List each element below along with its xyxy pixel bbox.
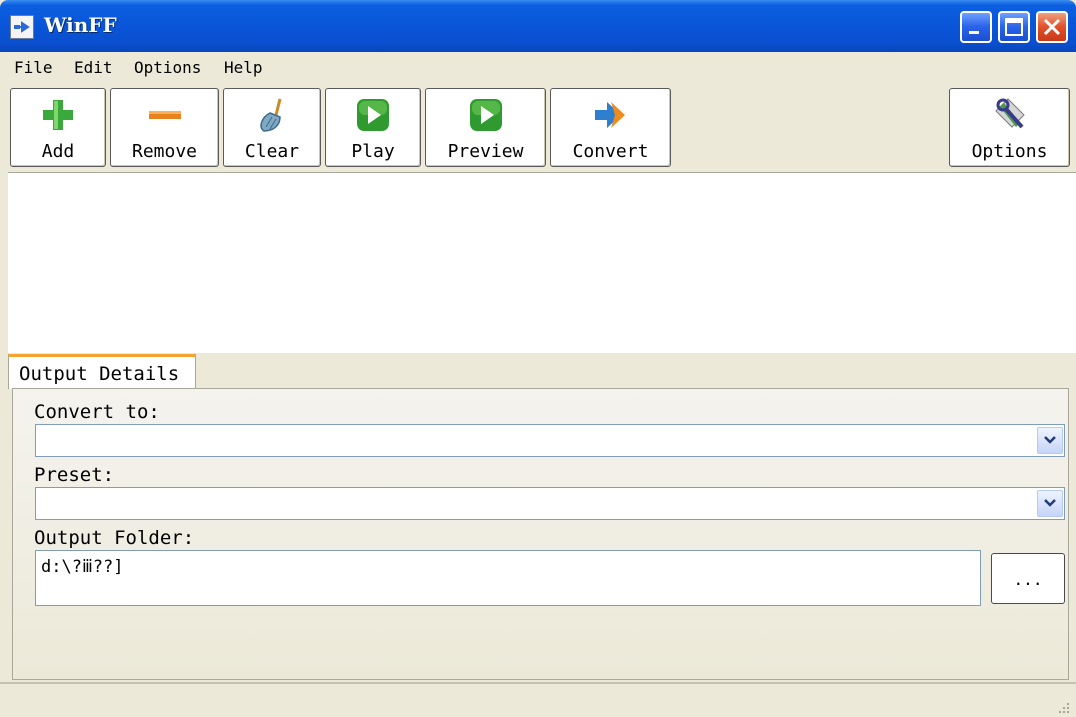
broom-icon xyxy=(260,98,282,132)
preview-button[interactable]: Preview xyxy=(425,88,546,167)
output-folder-input[interactable]: d:\?ⅲ??] xyxy=(35,550,981,606)
minimize-button[interactable] xyxy=(960,11,992,43)
convert-to-select[interactable] xyxy=(35,424,1065,457)
menu-help[interactable]: Help xyxy=(224,58,263,77)
menu-edit[interactable]: Edit xyxy=(74,58,113,77)
tab-output-details[interactable]: Output Details xyxy=(8,354,196,389)
convert-to-label: Convert to: xyxy=(34,401,160,423)
file-list[interactable] xyxy=(8,172,1076,353)
remove-button[interactable]: Remove xyxy=(110,88,219,167)
convert-button[interactable]: Convert xyxy=(550,88,671,167)
chevron-down-icon[interactable] xyxy=(1037,490,1063,517)
preview-label: Preview xyxy=(447,141,524,162)
play-button[interactable]: Play xyxy=(325,88,421,167)
resize-grip-icon[interactable] xyxy=(1056,700,1070,714)
menu-file[interactable]: File xyxy=(14,58,53,77)
play-icon xyxy=(469,99,502,131)
wrench-icon xyxy=(994,98,1025,129)
tab-label: Output Details xyxy=(19,363,180,385)
window-title: WinFF xyxy=(44,13,117,37)
app-icon[interactable] xyxy=(10,15,34,39)
winff-window: WinFF File Edit Options Help Add Remove xyxy=(0,0,1076,717)
menu-options[interactable]: Options xyxy=(134,58,201,77)
title-bar[interactable]: WinFF xyxy=(0,0,1076,52)
play-icon xyxy=(357,99,389,131)
clear-label: Clear xyxy=(244,141,300,162)
options-label: Options xyxy=(971,141,1048,162)
play-label: Play xyxy=(351,141,395,162)
menu-bar: File Edit Options Help xyxy=(0,52,1076,82)
clear-button[interactable]: Clear xyxy=(223,88,321,167)
remove-label: Remove xyxy=(131,141,198,162)
preset-label: Preset: xyxy=(34,464,115,486)
preset-select[interactable] xyxy=(35,487,1065,520)
minus-icon xyxy=(148,111,181,119)
close-button[interactable] xyxy=(1036,11,1068,43)
convert-arrow-icon xyxy=(594,102,625,128)
add-label: Add xyxy=(41,141,75,162)
add-button[interactable]: Add xyxy=(10,88,106,167)
output-folder-label: Output Folder: xyxy=(34,527,195,549)
convert-label: Convert xyxy=(572,141,649,162)
chevron-down-icon[interactable] xyxy=(1037,427,1063,454)
maximize-button[interactable] xyxy=(998,11,1030,43)
plus-icon xyxy=(43,100,73,130)
browse-button[interactable]: ... xyxy=(991,553,1065,604)
status-bar xyxy=(0,682,1076,717)
options-button[interactable]: Options xyxy=(949,88,1070,167)
